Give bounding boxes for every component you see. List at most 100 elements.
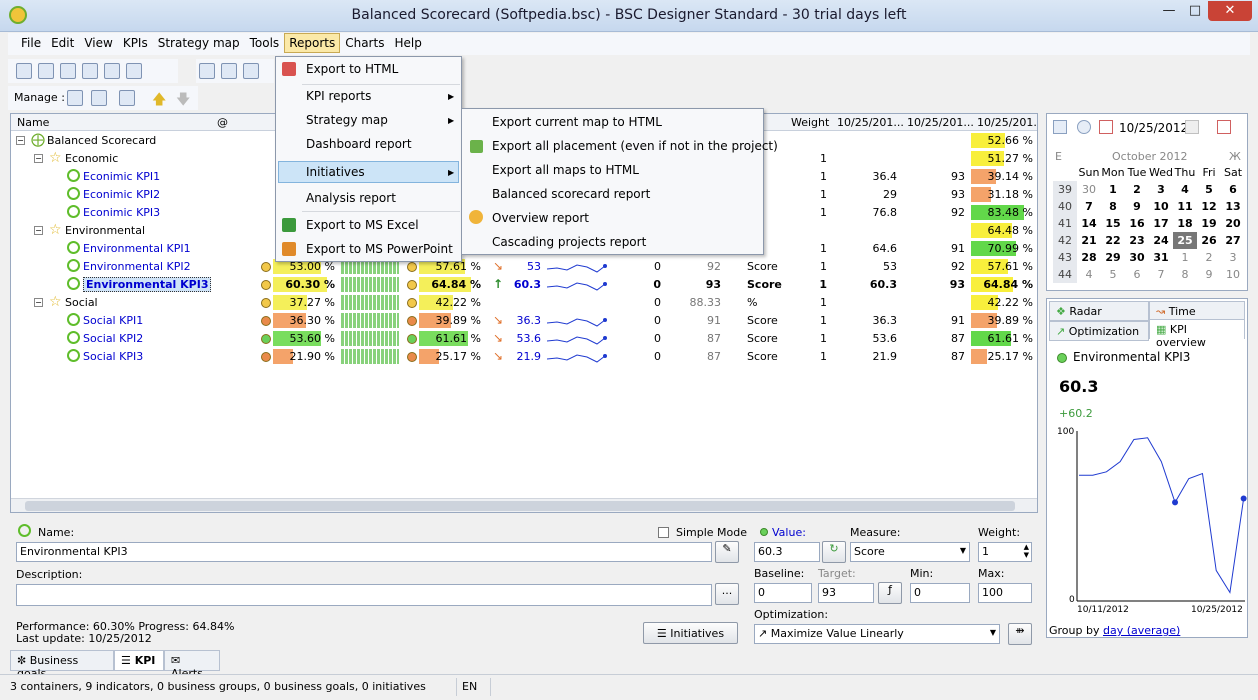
move-down-icon[interactable]: 🡇: [176, 89, 190, 113]
row-name[interactable]: Econimic KPI2: [83, 188, 160, 201]
row-name[interactable]: Economic: [65, 152, 118, 165]
menu-item-analysis-report[interactable]: Analysis report: [306, 191, 396, 205]
table-row[interactable]: − ☆ Social 37.27 % 42.22 % 0 88.33% 1 42.22 %: [11, 294, 1037, 312]
open-icon[interactable]: [38, 63, 54, 79]
calendar-day[interactable]: 10: [1221, 266, 1245, 283]
col-date1[interactable]: 10/25/201...: [837, 116, 904, 129]
menu-item-export-powerpoint[interactable]: Export to MS PowerPoint: [306, 242, 453, 256]
calendar-day[interactable]: 23: [1125, 232, 1149, 249]
calendar-day[interactable]: 7: [1149, 266, 1173, 283]
calendar-day[interactable]: 16: [1125, 215, 1149, 232]
calendar-day[interactable]: 7: [1077, 198, 1101, 215]
calendar-day[interactable]: 6: [1125, 266, 1149, 283]
calendar-day[interactable]: 30: [1077, 181, 1101, 198]
collapse-icon[interactable]: −: [34, 154, 43, 163]
row-name[interactable]: Social KPI1: [83, 314, 143, 327]
tab-optimization[interactable]: ↗ Optimization: [1049, 321, 1149, 341]
tab-time[interactable]: ↝ Time: [1149, 301, 1245, 321]
calendar-day[interactable]: 3: [1221, 249, 1245, 266]
calendar-day[interactable]: 9: [1197, 266, 1221, 283]
calendar-day[interactable]: 12: [1197, 198, 1221, 215]
submenu-export-current-map[interactable]: Export current map to HTML: [492, 115, 662, 129]
view-icon[interactable]: [104, 63, 120, 79]
calendar-day[interactable]: 20: [1221, 215, 1245, 232]
menu-view[interactable]: View: [79, 33, 117, 53]
calendar-day[interactable]: 3: [1149, 181, 1173, 198]
collapse-icon[interactable]: −: [34, 226, 43, 235]
collapse-icon[interactable]: −: [16, 136, 25, 145]
calendar-day[interactable]: 19: [1197, 215, 1221, 232]
calendar-day[interactable]: 14: [1077, 215, 1101, 232]
tab-kpi[interactable]: ☰ KPI: [114, 650, 164, 671]
gear-icon[interactable]: [119, 90, 135, 106]
prev-month-button[interactable]: Е: [1055, 150, 1062, 163]
row-name[interactable]: Econimic KPI3: [83, 206, 160, 219]
target-function-button[interactable]: ƒ: [878, 582, 902, 604]
row-name[interactable]: Environmental KPI1: [83, 242, 191, 255]
calendar-day[interactable]: 17: [1149, 215, 1173, 232]
calendar-day[interactable]: 4: [1173, 181, 1197, 198]
calendar-day[interactable]: 15: [1101, 215, 1125, 232]
max-field[interactable]: 100: [978, 583, 1032, 603]
next-month-button[interactable]: Ж: [1229, 150, 1241, 163]
row-name[interactable]: Social: [65, 296, 98, 309]
chart-icon[interactable]: [126, 63, 142, 79]
move-up-icon[interactable]: 🡅: [152, 89, 166, 113]
calendar-day[interactable]: 6: [1221, 181, 1245, 198]
calendar-day[interactable]: 22: [1101, 232, 1125, 249]
col-name[interactable]: Name: [17, 116, 49, 129]
apply-optimization-button[interactable]: ⇻: [1008, 623, 1032, 645]
measure-select[interactable]: Score ▼: [850, 542, 970, 562]
calendar-day[interactable]: 10: [1149, 198, 1173, 215]
stepper-icon[interactable]: ▲ ▼: [1024, 543, 1029, 559]
submenu-overview-report[interactable]: Overview report: [492, 211, 589, 225]
submenu-balanced-scorecard-report[interactable]: Balanced scorecard report: [492, 187, 650, 201]
cut-icon[interactable]: [221, 63, 237, 79]
submenu-export-all-maps[interactable]: Export all maps to HTML: [492, 163, 639, 177]
calendar-day[interactable]: 4: [1077, 266, 1101, 283]
row-name[interactable]: Social KPI2: [83, 332, 143, 345]
row-name[interactable]: Environmental: [65, 224, 145, 237]
simple-mode-checkbox[interactable]: [658, 527, 669, 538]
calendar-day[interactable]: 13: [1221, 198, 1245, 215]
delete-icon[interactable]: [1217, 120, 1231, 134]
calendar-day[interactable]: 2: [1197, 249, 1221, 266]
copy-icon[interactable]: [199, 63, 215, 79]
horizontal-scrollbar[interactable]: [11, 498, 1037, 512]
col-weight[interactable]: Weight: [791, 116, 829, 129]
menu-reports[interactable]: Reports: [284, 33, 341, 53]
menu-item-export-html[interactable]: Export to HTML: [306, 62, 398, 76]
optimization-select[interactable]: ↗ Maximize Value Linearly ▼: [754, 624, 1000, 644]
description-more-button[interactable]: ...: [715, 583, 739, 605]
calendar-day[interactable]: 24: [1149, 232, 1173, 249]
menu-item-kpi-reports[interactable]: KPI reports: [306, 89, 371, 103]
menu-edit[interactable]: Edit: [46, 33, 79, 53]
calendar-day[interactable]: 31: [1149, 249, 1173, 266]
menu-item-export-excel[interactable]: Export to MS Excel: [306, 218, 419, 232]
refresh-value-button[interactable]: ↻: [822, 541, 846, 563]
calendar-day[interactable]: 2: [1125, 181, 1149, 198]
table-row[interactable]: Social KPI1 36.30 % 39.89 % ↘ 36.3 0 91 Score 1 3…: [11, 312, 1037, 330]
menu-item-initiatives[interactable]: Initiatives: [306, 165, 365, 179]
tab-kpi-overview[interactable]: ▦ KPI overview: [1149, 319, 1245, 349]
row-name[interactable]: Environmental KPI2: [83, 260, 191, 273]
calendar-day[interactable]: 8: [1101, 198, 1125, 215]
calendar-day[interactable]: 27: [1221, 232, 1245, 249]
back-icon[interactable]: [1077, 120, 1091, 134]
col-at[interactable]: @: [217, 116, 228, 129]
value-field[interactable]: 60.3: [754, 542, 820, 562]
scroll-thumb[interactable]: [25, 501, 1015, 511]
tab-alerts[interactable]: ✉ Alerts: [164, 650, 220, 680]
menu-kpis[interactable]: KPIs: [118, 33, 153, 53]
close-button[interactable]: ✕: [1208, 1, 1252, 21]
tab-radar[interactable]: ❖ Radar: [1049, 301, 1149, 321]
row-name[interactable]: Environmental KPI3: [83, 277, 212, 292]
weight-stepper[interactable]: 1 ▲ ▼: [978, 542, 1032, 562]
menu-tools[interactable]: Tools: [245, 33, 285, 53]
table-row[interactable]: Social KPI3 21.90 % 25.17 % ↘ 21.9 0 87 Score 1 2…: [11, 348, 1037, 366]
maximize-button[interactable]: □: [1182, 1, 1208, 21]
collapse-icon[interactable]: −: [34, 298, 43, 307]
calendar-day[interactable]: 5: [1197, 181, 1221, 198]
submenu-cascading-projects-report[interactable]: Cascading projects report: [492, 235, 646, 249]
target-field[interactable]: 93: [818, 583, 874, 603]
